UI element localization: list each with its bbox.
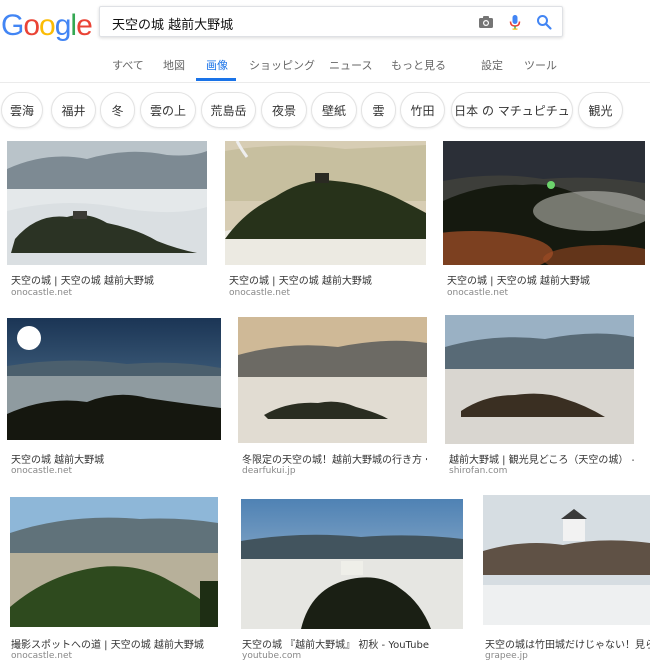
logo-letter: g (54, 9, 72, 42)
result-image[interactable] (10, 497, 218, 627)
result-source: onocastle.net (11, 651, 73, 661)
result-source: dearfukui.jp (242, 466, 296, 476)
result-image[interactable] (7, 318, 221, 440)
search-input[interactable]: 天空の城 越前大野城 (112, 14, 233, 33)
result-image[interactable] (241, 499, 463, 629)
chip-kanko[interactable]: 観光 (578, 92, 623, 128)
result-source: grapee.jp (485, 651, 528, 661)
google-logo[interactable]: Google (1, 9, 93, 43)
active-tab-indicator (196, 78, 236, 81)
result-caption[interactable]: 越前大野城 | 観光見どころ（天空の城） - ... (449, 451, 634, 466)
result-image[interactable] (483, 495, 650, 625)
result-image[interactable] (443, 141, 645, 265)
result-caption[interactable]: 天空の城 | 天空の城 越前大野城 (447, 272, 642, 287)
result-caption[interactable]: 天空の城は竹田城だけじゃない！見られる... (485, 636, 650, 651)
logo-letter: o (39, 9, 56, 42)
result-caption[interactable]: 天空の城 越前大野城 (11, 451, 221, 466)
tab-news[interactable]: ニュース (329, 57, 372, 73)
microphone-icon[interactable] (506, 13, 524, 31)
tab-maps[interactable]: 地図 (163, 57, 185, 73)
logo-letter: G (1, 9, 24, 42)
chip-kumo-no-ue[interactable]: 雲の上 (140, 92, 196, 128)
result-caption[interactable]: 撮影スポットへの道 | 天空の城 越前大野城 (11, 636, 216, 651)
chip-takeda[interactable]: 竹田 (400, 92, 445, 128)
logo-letter: o (23, 9, 40, 42)
result-source: onocastle.net (447, 288, 509, 298)
search-box[interactable]: 天空の城 越前大野城 (99, 6, 563, 37)
tab-images[interactable]: 画像 (206, 57, 228, 73)
tab-settings[interactable]: 設定 (481, 57, 503, 73)
result-caption[interactable]: 天空の城 | 天空の城 越前大野城 (229, 272, 424, 287)
chip-fuyu[interactable]: 冬 (100, 92, 135, 128)
chip-yakei[interactable]: 夜景 (261, 92, 307, 128)
chip-arashimadake[interactable]: 荒島岳 (201, 92, 256, 128)
result-source: onocastle.net (11, 288, 73, 298)
result-image[interactable] (238, 317, 427, 443)
result-caption[interactable]: 天空の城 | 天空の城 越前大野城 (11, 272, 206, 287)
result-source: youtube.com (242, 651, 302, 661)
chip-fukui[interactable]: 福井 (51, 92, 96, 128)
chip-machu-picchu[interactable]: 日本 の マチュピチュ (451, 92, 573, 128)
result-image[interactable] (225, 141, 426, 265)
chip-kabegami[interactable]: 壁紙 (311, 92, 357, 128)
result-caption[interactable]: 天空の城 『越前大野城』 初秋 - YouTube (242, 636, 462, 651)
tab-more[interactable]: もっと見る (391, 57, 446, 73)
chip-unkai[interactable]: 雲海 (1, 92, 43, 128)
search-icon[interactable] (535, 13, 553, 31)
header-divider (0, 82, 650, 83)
result-image[interactable] (7, 141, 207, 265)
chip-kumo[interactable]: 雲 (361, 92, 396, 128)
tab-tools[interactable]: ツール (524, 57, 557, 73)
result-caption[interactable]: 冬限定の天空の城！越前大野城の行き方・... (242, 451, 427, 466)
tab-all[interactable]: すべて (112, 57, 144, 73)
result-source: onocastle.net (229, 288, 291, 298)
result-image[interactable] (445, 315, 634, 444)
tab-shopping[interactable]: ショッピング (249, 57, 315, 73)
search-tabs: すべて 地図 画像 ショッピング ニュース もっと見る 設定 ツール (0, 57, 650, 81)
logo-letter: e (76, 9, 93, 42)
result-source: shirofan.com (449, 466, 508, 476)
camera-icon[interactable] (477, 13, 495, 31)
result-source: onocastle.net (11, 466, 73, 476)
